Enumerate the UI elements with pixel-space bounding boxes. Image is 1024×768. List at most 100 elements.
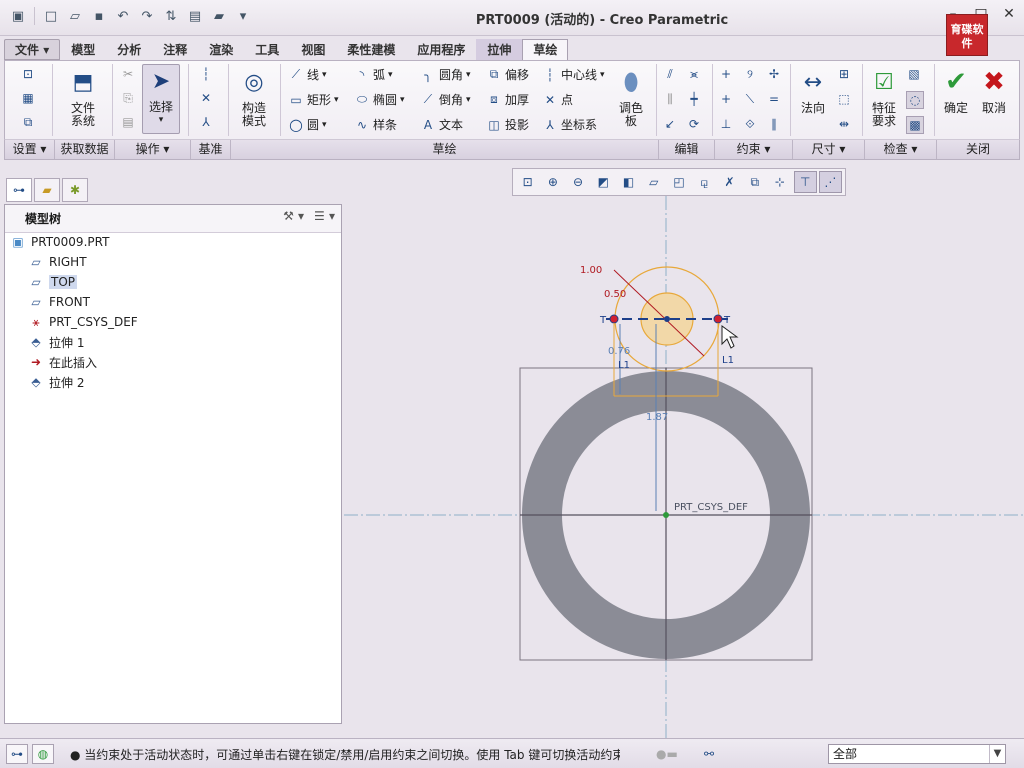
tab-model[interactable]: 模型	[60, 39, 106, 60]
ellipse-button[interactable]: ⬭ 椭圆 ▾	[354, 91, 405, 108]
tree-item-part[interactable]: ▣ PRT0009.PRT	[10, 232, 109, 252]
overlap-geometry-button[interactable]: ▧	[906, 66, 922, 82]
divide-button[interactable]: ┿	[686, 91, 702, 107]
modify-button[interactable]: ⫽	[662, 66, 678, 82]
zoom-in-icon[interactable]: ⊕	[541, 171, 564, 193]
close-icon[interactable]: ✕	[1000, 6, 1018, 24]
fillet-button[interactable]: ╮ 圆角 ▾	[420, 66, 470, 83]
constraint-tangent-button[interactable]: ୨	[742, 66, 758, 82]
coord-sys-button[interactable]: ⅄ 坐标系	[542, 116, 597, 133]
constraint-perpendicular-button[interactable]: ⊥	[718, 116, 734, 132]
sketch-view-icon[interactable]: ⧉	[743, 171, 766, 193]
tree-item-extrude-2[interactable]: ⬘ 拉伸 2	[28, 372, 84, 392]
datum-centerline-button[interactable]: ┆	[198, 66, 214, 82]
point-button[interactable]: ✕ 点	[542, 91, 573, 108]
group-constrain[interactable]: 约束 ▾	[715, 140, 793, 159]
favorites-tab[interactable]: ✱	[62, 178, 88, 202]
tree-item-insert-here[interactable]: ➜ 在此插入	[28, 352, 97, 372]
tab-sketch[interactable]: 草绘	[522, 39, 569, 60]
dim-perimeter-button[interactable]: ⬚	[836, 91, 852, 107]
tab-view[interactable]: 视图	[290, 39, 336, 60]
centerline-button[interactable]: ┆ 中心线 ▾	[542, 66, 604, 83]
constraint-coincident-button[interactable]: ⟍	[742, 91, 758, 107]
group-inspect[interactable]: 检查 ▾	[865, 140, 937, 159]
mirror-button[interactable]: ⫼	[662, 91, 678, 107]
tab-render[interactable]: 渲染	[198, 39, 244, 60]
delete-segment-button[interactable]: ⪤	[686, 66, 702, 82]
dim-vertical-text[interactable]: 0.76	[608, 346, 630, 357]
toggle-switch-icon[interactable]: ●▬	[656, 747, 678, 761]
constraint-midpoint-button[interactable]: ✢	[766, 66, 782, 82]
tab-analysis[interactable]: 分析	[106, 39, 152, 60]
tab-flexible-modeling[interactable]: 柔性建模	[336, 39, 406, 60]
view-manager-icon[interactable]: ◰	[667, 171, 690, 193]
tab-extrude[interactable]: 拉伸	[476, 39, 523, 60]
graphics-window[interactable]: 1.00 0.50 0.76 1.87 T T L1 L1 PRT_CSYS_D…	[344, 166, 1024, 738]
tree-item-front[interactable]: ▱ FRONT	[28, 292, 90, 312]
dim-radius-text[interactable]: 0.50	[604, 289, 626, 300]
sketch-canvas[interactable]: 1.00 0.50 0.76 1.87 T T L1 L1 PRT_CSYS_D…	[344, 166, 1024, 738]
group-operations[interactable]: 操作 ▾	[115, 140, 191, 159]
constraint-display-icon[interactable]: ⊤	[793, 171, 817, 193]
rectangle-button[interactable]: ▭ 矩形 ▾	[288, 91, 338, 108]
group-setup[interactable]: 设置 ▾	[5, 140, 55, 159]
line-button[interactable]: ⟋ 线 ▾	[288, 66, 327, 83]
cancel-button[interactable]: ✖ 取消	[978, 66, 1010, 115]
tab-tools[interactable]: 工具	[244, 39, 290, 60]
tree-item-top[interactable]: ▱ TOP	[28, 272, 78, 292]
dim-reference-button[interactable]: ⇹	[836, 116, 852, 132]
browser-toggle-button[interactable]: ◍	[32, 744, 54, 764]
tree-item-csys[interactable]: ⚹ PRT_CSYS_DEF	[28, 312, 137, 332]
thicken-button[interactable]: ⧈ 加厚	[486, 91, 529, 108]
normal-dimension-button[interactable]: ↔ 法向	[796, 66, 830, 115]
model-tree-tab[interactable]: ⊶	[6, 178, 32, 202]
copy-button[interactable]: ⎘	[120, 90, 136, 106]
constraint-vertical-button[interactable]: +	[718, 66, 734, 82]
zoom-out-icon[interactable]: ⊖	[566, 171, 589, 193]
file-system-button[interactable]: ⬒ 文件 系统	[62, 66, 104, 128]
vertex-display-icon[interactable]: ⋰	[818, 171, 843, 193]
refit-icon[interactable]: ⊡	[516, 171, 539, 193]
feature-requirements-button[interactable]: ☑ 特征 要求	[866, 66, 902, 128]
highlight-open-ends-button[interactable]: ◌	[906, 91, 924, 109]
select-button[interactable]: ➤ 选择 ▾	[142, 64, 180, 134]
dim-height-text[interactable]: 1.87	[646, 412, 668, 423]
constraint-horizontal-button[interactable]: +	[718, 91, 734, 107]
navigator-toggle-button[interactable]: ⊶	[6, 744, 28, 764]
datum-display-icon[interactable]: ⚼	[693, 171, 716, 193]
constraint-equal-button[interactable]: =	[766, 91, 782, 107]
rotate-resize-button[interactable]: ⟳	[686, 116, 702, 132]
cut-button[interactable]: ✂	[120, 66, 136, 82]
datum-point-button[interactable]: ✕	[198, 90, 214, 106]
dim-baseline-button[interactable]: ⊞	[836, 66, 852, 82]
tree-item-right[interactable]: ▱ RIGHT	[28, 252, 86, 272]
corner-button[interactable]: ↙	[662, 116, 678, 132]
construction-mode-button[interactable]: ◎ 构造 模式	[234, 66, 274, 128]
folder-browser-tab[interactable]: ▰	[34, 178, 60, 202]
references-button[interactable]: ⧉	[20, 114, 36, 130]
display-style-icon[interactable]: ◧	[617, 171, 640, 193]
tab-file[interactable]: 文件 ▾	[4, 39, 61, 60]
sketch-setup-button[interactable]: ⊡	[20, 66, 36, 82]
group-dimension[interactable]: 尺寸 ▾	[793, 140, 865, 159]
offset-button[interactable]: ⧉ 偏移	[486, 66, 529, 83]
ok-button[interactable]: ✔ 确定	[940, 66, 972, 115]
text-button[interactable]: A 文本	[420, 116, 463, 133]
tab-applications[interactable]: 应用程序	[406, 39, 476, 60]
shade-closed-loops-button[interactable]: ▩	[906, 116, 924, 134]
tab-annotate[interactable]: 注释	[152, 39, 198, 60]
paste-button[interactable]: ▤	[120, 114, 136, 130]
sketch-view-button[interactable]: ▦	[20, 90, 36, 106]
chamfer-button[interactable]: ⟋ 倒角 ▾	[420, 91, 471, 108]
tree-item-extrude-1[interactable]: ⬘ 拉伸 1	[28, 332, 84, 352]
saved-orientations-icon[interactable]: ▱	[642, 171, 665, 193]
tree-columns-icon[interactable]: ☰ ▾	[314, 209, 335, 223]
dim-diameter-text[interactable]: 1.00	[580, 265, 602, 276]
binoculars-icon[interactable]: ⚯	[698, 744, 720, 764]
circle-button[interactable]: ○ 圆 ▾	[288, 115, 327, 134]
spin-center-icon[interactable]: ✗	[718, 171, 741, 193]
selection-filter-select[interactable]: 全部 ▼	[828, 744, 1006, 764]
spline-button[interactable]: ∿ 样条	[354, 116, 397, 133]
repaint-icon[interactable]: ◩	[592, 171, 615, 193]
dimension-display-icon[interactable]: ⊹	[768, 171, 791, 193]
